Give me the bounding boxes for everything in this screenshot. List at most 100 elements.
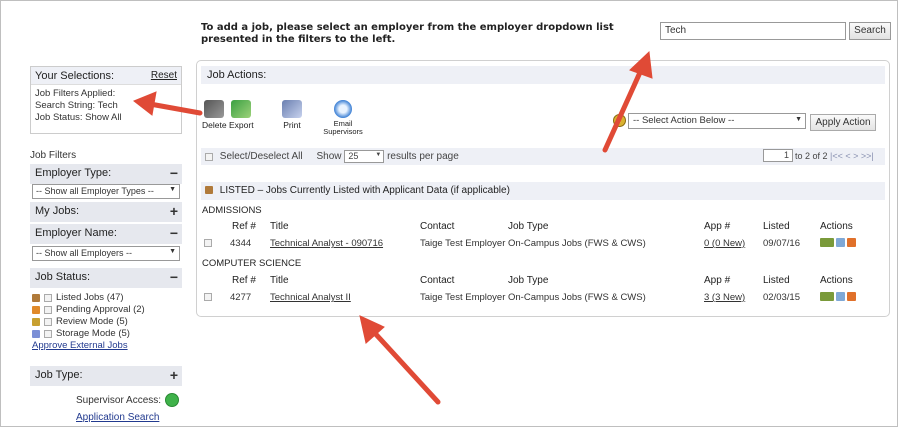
pending-icon [32,306,40,314]
status-checkbox[interactable] [44,318,52,326]
row-contact: Taige Test Employer [420,238,506,249]
employer-type-select-value: -- Show all Employer Types -- [36,186,154,196]
chevron-down-icon: ▼ [169,248,176,255]
per-page-select[interactable]: 25 ▼ [344,150,385,163]
approve-external-jobs-link[interactable]: Approve External Jobs [32,340,182,352]
col-title: Title [270,221,289,232]
your-selections-header: Your Selections: Reset [31,67,181,85]
email-supervisors-tool[interactable]: Email Supervisors [320,100,366,136]
apply-action-button[interactable]: Apply Action [810,114,876,131]
collapse-icon[interactable]: − [170,269,178,285]
listed-icon [205,186,213,195]
info-icon[interactable]: ! [613,114,626,127]
row-app-link[interactable]: 0 (0 New) [704,238,745,249]
status-checkbox[interactable] [44,294,52,302]
add-job-instruction: To add a job, please select an employer … [201,22,614,45]
col-listed: Listed [763,221,790,232]
expand-icon[interactable]: + [170,367,178,383]
reset-link[interactable]: Reset [151,70,177,81]
col-title: Title [270,275,289,286]
employer-type-select[interactable]: -- Show all Employer Types -- ▼ [32,184,180,199]
row-actions [820,238,856,247]
job-status-filter: Job Status: Show All [35,112,122,123]
employer-name-select-value: -- Show all Employers -- [36,248,133,258]
job-type-section[interactable]: Job Type: + [30,366,182,386]
listed-icon [32,294,40,302]
export-icon [231,100,252,118]
row-contact: Taige Test Employer [420,292,506,303]
status-listed-row[interactable]: Listed Jobs (47) [32,292,182,304]
your-selections-box: Your Selections: Reset Job Filters Appli… [30,66,182,134]
col-job-type: Job Type [508,221,549,232]
status-review-row[interactable]: Review Mode (5) [32,316,182,328]
row-title-link[interactable]: Technical Analyst II [270,292,351,303]
status-label: Listed Jobs (47) [56,292,124,303]
chevron-down-icon: ▼ [169,186,176,193]
delete-label: Delete [202,120,227,130]
row-app-link[interactable]: 3 (3 New) [704,292,745,303]
applicants-icon[interactable] [847,292,856,301]
select-all-label[interactable]: Select/Deselect All [220,151,303,162]
status-label: Pending Approval (2) [56,304,145,315]
export-label: Export [229,120,254,130]
group-computer-science: COMPUTER SCIENCE [202,258,302,269]
review-icon [32,318,40,326]
action-select[interactable]: -- Select Action Below -- ▼ [628,113,806,129]
export-tool[interactable]: Export [229,100,254,130]
row-job-type: On-Campus Jobs (FWS & CWS) [508,238,646,249]
pager-nav[interactable]: |<< < > >>| [830,151,874,161]
pager-range: to 2 of 2 [795,150,828,161]
col-listed: Listed [763,275,790,286]
job-status-label: Job Status: [35,271,91,283]
col-ref: Ref # [232,221,256,232]
employer-name-select[interactable]: -- Show all Employers -- ▼ [32,246,180,261]
row-title-link[interactable]: Technical Analyst - 090716 [270,238,383,249]
status-storage-row[interactable]: Storage Mode (5) [32,328,182,340]
expand-icon[interactable]: + [170,203,178,219]
search-input[interactable]: Tech [660,22,846,40]
row-checkbox[interactable] [204,239,212,247]
col-ref: Ref # [232,275,256,286]
page-input[interactable]: 1 [763,149,793,162]
listed-jobs-header: LISTED – Jobs Currently Listed with Appl… [201,182,885,200]
application-search-link[interactable]: Application Search [76,412,159,423]
chevron-down-icon: ▼ [375,152,382,158]
employer-name-section[interactable]: Employer Name: − [30,224,182,244]
supervisor-access-label: Supervisor Access: [76,394,162,406]
status-checkbox[interactable] [44,330,52,338]
action-select-value: -- Select Action Below -- [633,115,735,126]
collapse-icon[interactable]: − [170,165,178,181]
delete-tool[interactable]: Delete [202,100,227,130]
col-job-type: Job Type [508,275,549,286]
show-label: Show [316,151,342,163]
status-checkbox[interactable] [44,306,52,314]
row-listed: 09/07/16 [763,238,800,249]
row-ref: 4344 [230,238,252,249]
my-jobs-section[interactable]: My Jobs: + [30,202,182,222]
job-actions-bar: Job Actions: [201,66,885,84]
per-page-value: 25 [348,151,359,161]
notes-icon[interactable] [836,238,845,247]
results-per-page-label: results per page [387,151,459,163]
my-jobs-label: My Jobs: [35,205,80,217]
print-label: Print [283,120,301,130]
applicants-icon[interactable] [847,238,856,247]
search-button[interactable]: Search [849,22,891,40]
storage-icon [32,330,40,338]
notes-icon[interactable] [836,292,845,301]
edit-icon[interactable] [820,238,834,247]
status-label: Storage Mode (5) [56,328,130,339]
print-tool[interactable]: Print [282,100,302,130]
status-pending-row[interactable]: Pending Approval (2) [32,304,182,316]
row-listed: 02/03/15 [763,292,800,303]
select-all-checkbox[interactable] [205,152,213,161]
edit-icon[interactable] [820,292,834,301]
collapse-icon[interactable]: − [170,225,178,241]
col-actions: Actions [820,221,853,232]
job-status-section[interactable]: Job Status: − [30,268,182,288]
employer-type-section[interactable]: Employer Type: − [30,164,182,184]
col-contact: Contact [420,221,455,232]
row-checkbox[interactable] [204,293,212,301]
supervisor-access-icon[interactable] [165,393,180,407]
employer-type-label: Employer Type: [35,167,112,179]
